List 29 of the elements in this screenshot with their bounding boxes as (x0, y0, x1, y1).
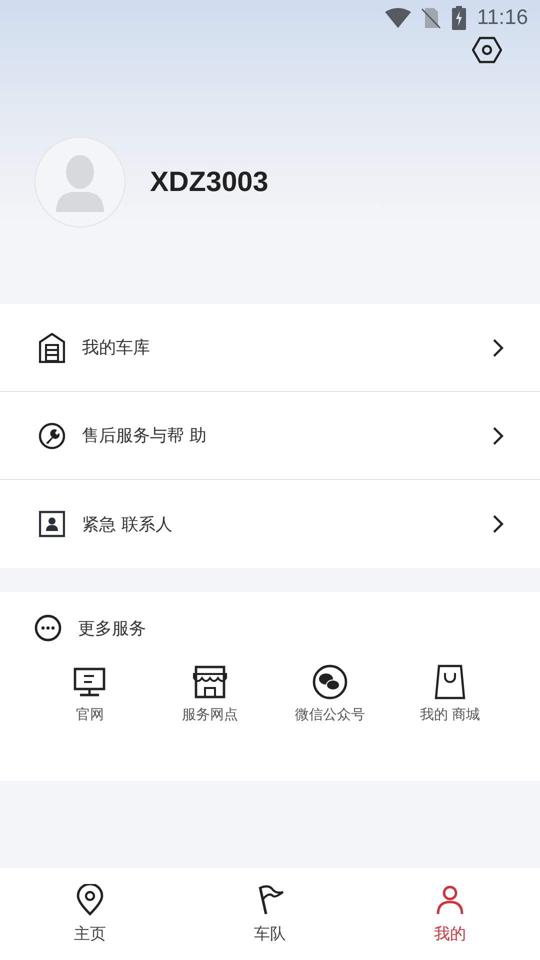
service-item[interactable]: 微信公众号 (270, 664, 390, 724)
wifi-icon (385, 8, 411, 28)
username: XDZ3003 (150, 166, 268, 198)
location-pin-icon (75, 884, 105, 916)
service-item[interactable]: 我的 商城 (390, 664, 510, 724)
shopping-bag-icon (432, 664, 468, 700)
section-title: 更多服务 (78, 618, 146, 640)
nav-tab[interactable]: 我的 (360, 868, 540, 960)
contact-card-icon (39, 509, 65, 539)
menu-item[interactable]: 我的车库 (0, 304, 540, 392)
store-icon (192, 664, 228, 700)
service-item[interactable]: 服务网点 (150, 664, 270, 724)
nav-tab[interactable]: 主页 (0, 868, 180, 960)
status-time: 11:16 (477, 6, 528, 30)
chevron-right-icon (492, 514, 504, 534)
wrench-icon (39, 420, 65, 450)
person-icon (435, 884, 465, 916)
menu-item[interactable]: 紧急 联系人 (0, 480, 540, 568)
more-icon (34, 614, 62, 642)
nav-tab[interactable]: 车队 (180, 868, 360, 960)
chevron-right-icon (492, 426, 504, 446)
settings-icon[interactable] (472, 36, 502, 64)
chevron-right-icon (492, 338, 504, 358)
no-sim-icon (421, 7, 441, 29)
menu-item[interactable]: 售后服务与帮 助 (0, 392, 540, 480)
garage-icon (39, 332, 65, 362)
battery-charging-icon (451, 6, 467, 30)
chat-bubbles-icon (312, 664, 348, 700)
service-item[interactable]: 官网 (30, 664, 150, 724)
